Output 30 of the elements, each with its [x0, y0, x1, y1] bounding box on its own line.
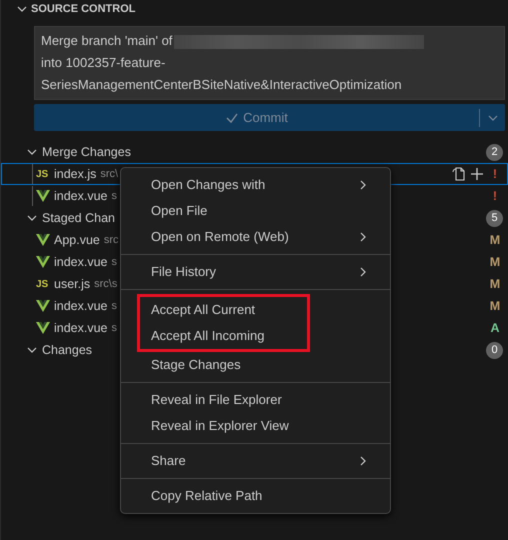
- file-name: user.js: [54, 276, 90, 293]
- file-path: src\s: [94, 276, 118, 292]
- file-name: App.vue: [54, 232, 100, 249]
- status-letter: M: [489, 232, 501, 249]
- file-name: index.vue: [54, 188, 108, 205]
- status-letter: M: [489, 254, 501, 271]
- js-file-icon: JS: [36, 276, 50, 292]
- file-path: s: [112, 188, 118, 204]
- status-letter: !: [492, 188, 498, 205]
- file-name: index.vue: [54, 254, 108, 271]
- file-path: src: [104, 232, 119, 248]
- file-path: s: [112, 254, 118, 270]
- section-title: SOURCE CONTROL: [31, 2, 136, 17]
- status-letter: A: [489, 320, 501, 337]
- file-path: src\: [100, 166, 118, 182]
- file-name: index.js: [54, 166, 96, 183]
- status-letter: M: [489, 276, 501, 293]
- file-path: s: [112, 298, 118, 314]
- status-letter: !: [492, 166, 498, 183]
- js-file-icon: JS: [36, 166, 50, 182]
- group-title: Staged Chan: [42, 210, 115, 227]
- group-title: Merge Changes: [42, 144, 131, 161]
- count-badge: 2: [486, 144, 503, 160]
- file-name: index.vue: [54, 320, 108, 337]
- count-badge: 0: [486, 342, 503, 358]
- group-title: Changes: [42, 342, 92, 359]
- file-name: index.vue: [54, 298, 108, 315]
- file-path: s: [112, 320, 118, 336]
- count-badge: 5: [486, 210, 503, 226]
- status-letter: M: [489, 298, 501, 315]
